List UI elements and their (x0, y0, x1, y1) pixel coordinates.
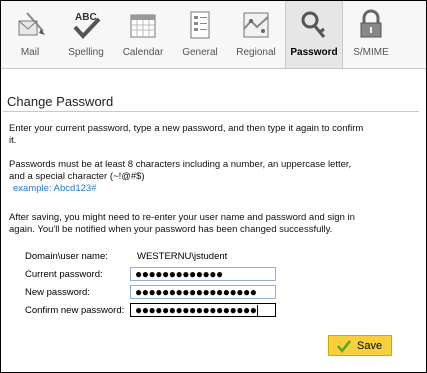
toolbar-password-label: Password (290, 47, 338, 58)
toolbar-regional[interactable]: Regional (229, 1, 283, 68)
current-password-label: Current password: (25, 269, 103, 280)
calendar-icon (130, 14, 156, 38)
domain-username-label: Domain\user name: (25, 251, 108, 262)
requirements-line-1: Passwords must be at least 8 characters … (9, 159, 352, 170)
instructions-line-2: it. (9, 135, 17, 146)
general-icon (190, 11, 210, 39)
section-title: Change Password (7, 94, 114, 109)
checkmark-icon (337, 340, 351, 353)
spelling-icon: ABC (73, 12, 101, 39)
notice-line-2: again. You'll be notified when your pass… (9, 224, 333, 235)
save-button[interactable]: Save (328, 335, 392, 356)
new-password-field[interactable]: ●●●●●●●●●●●●●●●●●● (130, 285, 276, 299)
options-toolbar: Mail ABC Spelling Calendar General Regio… (1, 1, 426, 69)
confirm-password-value: ●●●●●●●●●●●●●●●●●● (135, 303, 257, 317)
smime-lock-icon (360, 9, 382, 38)
instructions-line-1: Enter your current password, type a new … (9, 123, 364, 134)
mail-icon (18, 12, 45, 36)
save-button-label: Save (357, 340, 383, 352)
options-window: Mail ABC Spelling Calendar General Regio… (0, 0, 427, 373)
text-caret (257, 305, 259, 316)
confirm-password-field[interactable]: ●●●●●●●●●●●●●●●●●● (130, 303, 276, 317)
spelling-icon-text: ABC (75, 12, 97, 23)
toolbar-spelling-label: Spelling (68, 47, 104, 58)
regional-icon (243, 12, 269, 38)
toolbar-smime[interactable]: S/MIME (345, 1, 397, 68)
notice-line-1: After saving, you might need to re-enter… (9, 212, 355, 223)
domain-username-value: WESTERNU\jstudent (137, 251, 228, 262)
toolbar-calendar[interactable]: Calendar (115, 1, 171, 68)
toolbar-regional-label: Regional (236, 47, 276, 58)
confirm-password-label: Confirm new password: (25, 305, 125, 316)
toolbar-general[interactable]: General (173, 1, 227, 68)
new-password-label: New password: (25, 287, 90, 298)
password-key-icon (301, 11, 326, 38)
toolbar-mail[interactable]: Mail (5, 1, 55, 68)
current-password-field[interactable]: ●●●●●●●●●●●●● (130, 267, 276, 281)
toolbar-smime-label: S/MIME (353, 47, 389, 58)
toolbar-password[interactable]: Password (285, 1, 343, 68)
toolbar-spelling[interactable]: ABC Spelling (59, 1, 113, 68)
toolbar-mail-label: Mail (20, 47, 40, 58)
toolbar-general-label: General (182, 47, 218, 58)
toolbar-calendar-label: Calendar (122, 47, 164, 58)
password-example: example: Abcd123# (13, 183, 97, 194)
requirements-line-2: and a special character (~!@#$) (9, 171, 145, 182)
section-divider (3, 111, 419, 112)
